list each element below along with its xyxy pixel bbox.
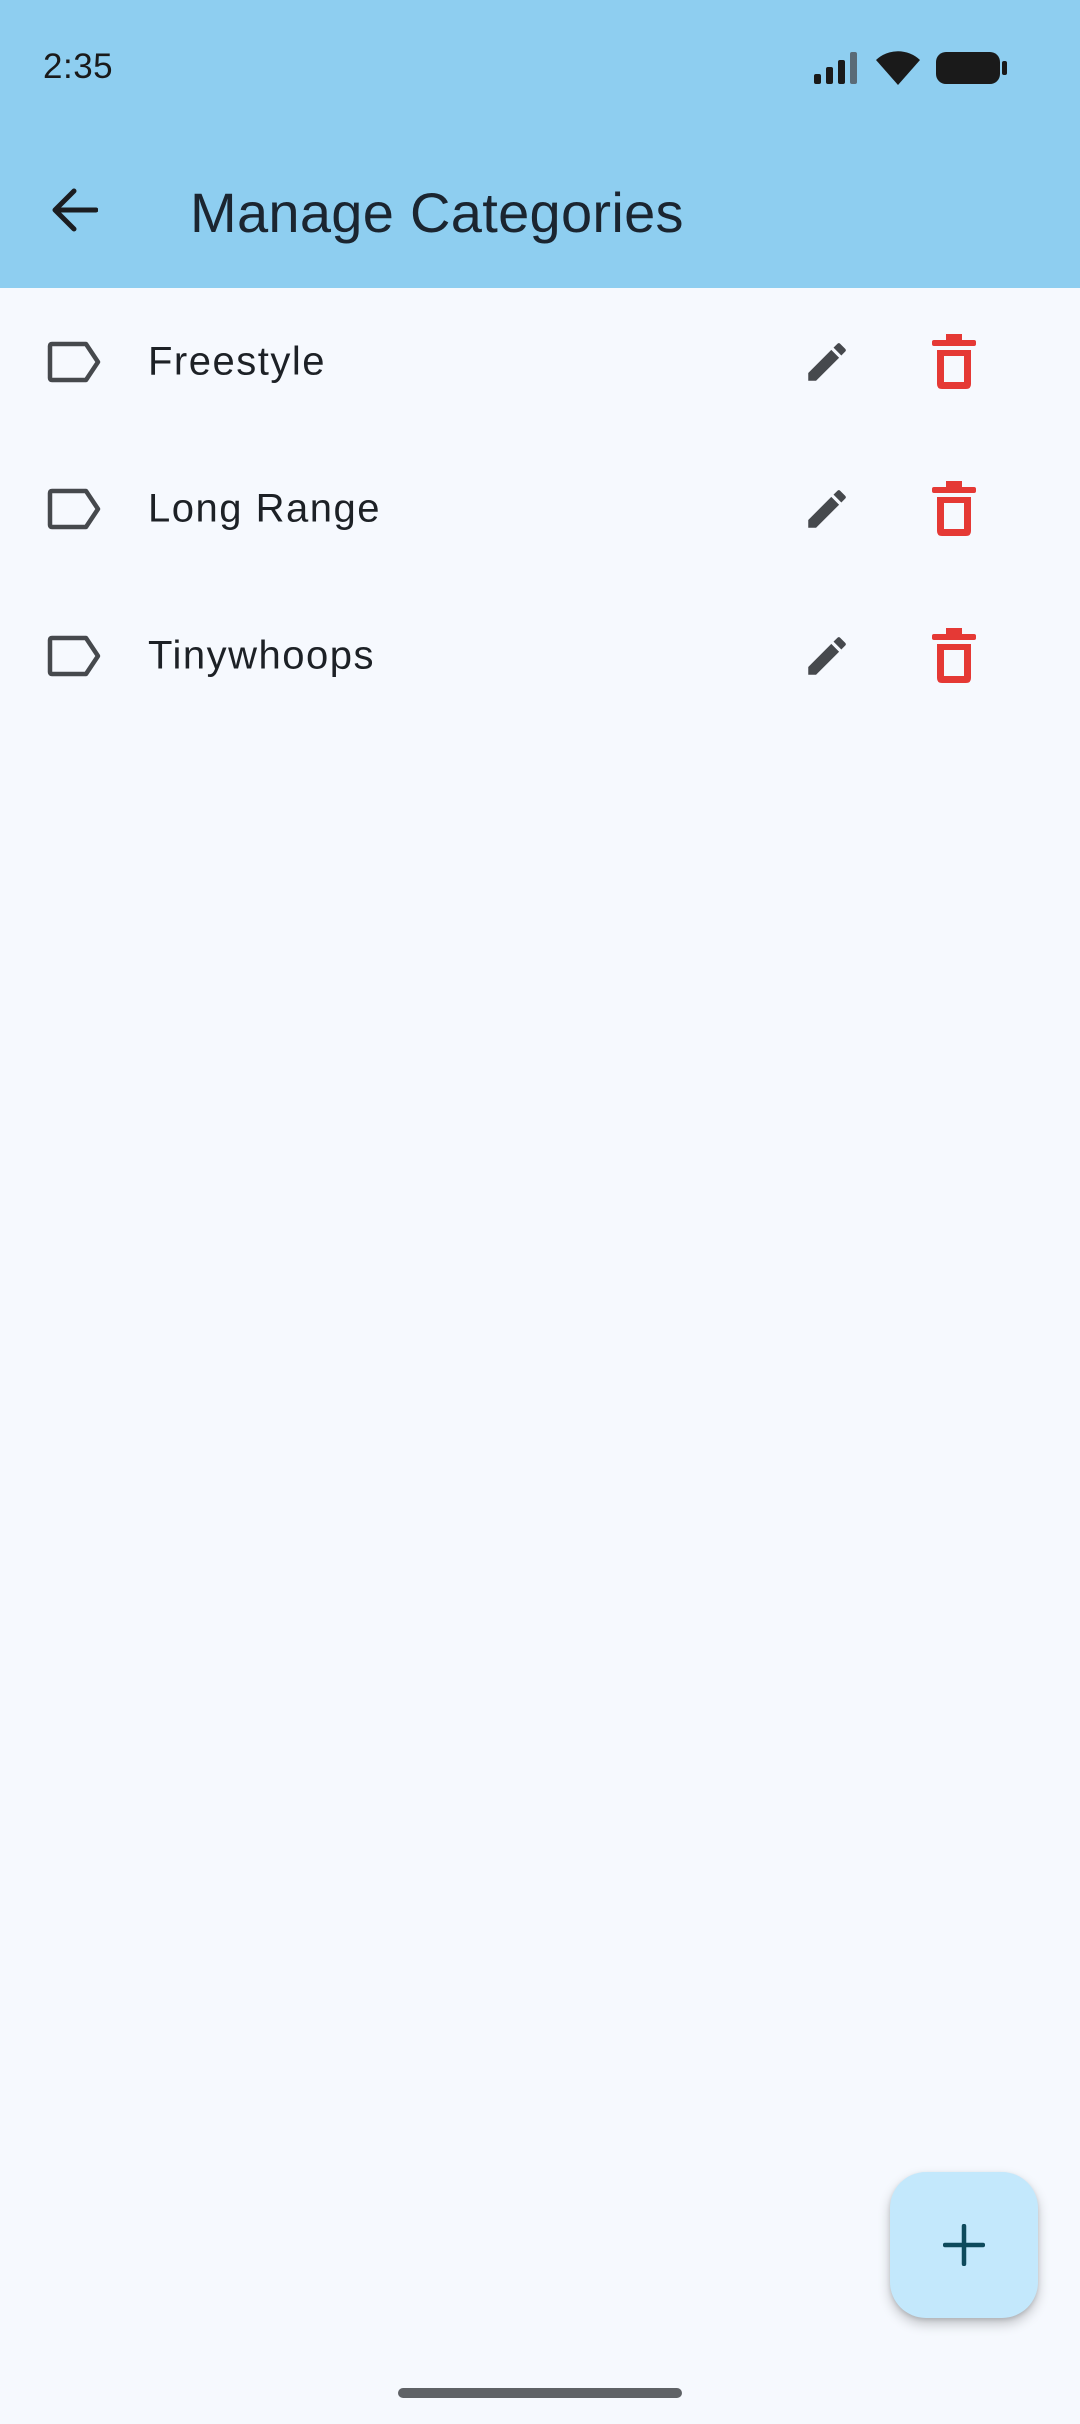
delete-button[interactable] [917,472,991,546]
category-name: Long Range [148,486,381,530]
label-outline-icon [47,635,101,676]
pencil-icon [808,489,846,528]
app-bar: 2:35 Manage Categories [0,0,1080,288]
edit-button[interactable] [790,619,864,693]
signal-icon [814,52,857,84]
back-button[interactable] [32,168,116,252]
category-list: Freestyle Long Range Tinywhoops [0,288,1080,729]
label-outline-icon [47,488,101,529]
delete-button[interactable] [917,619,991,693]
list-item[interactable]: Freestyle [0,288,1080,435]
arrow-back-icon [52,188,98,232]
edit-button[interactable] [790,472,864,546]
plus-icon [943,2224,985,2266]
trash-icon [932,480,976,536]
edit-button[interactable] [790,325,864,399]
pencil-icon [808,342,846,381]
label-outline-icon [47,341,101,382]
status-time: 2:35 [43,47,114,86]
add-category-button[interactable] [890,2172,1038,2318]
home-indicator[interactable] [398,2388,682,2398]
status-icons [814,48,1008,88]
wifi-icon [876,51,920,85]
list-item[interactable]: Long Range [0,435,1080,582]
trash-icon [932,333,976,389]
trash-icon [932,627,976,683]
delete-button[interactable] [917,325,991,399]
category-name: Freestyle [148,339,326,383]
list-item[interactable]: Tinywhoops [0,582,1080,729]
pencil-icon [808,636,846,675]
page-title: Manage Categories [190,181,684,244]
battery-icon [936,52,1007,84]
category-name: Tinywhoops [148,633,375,677]
